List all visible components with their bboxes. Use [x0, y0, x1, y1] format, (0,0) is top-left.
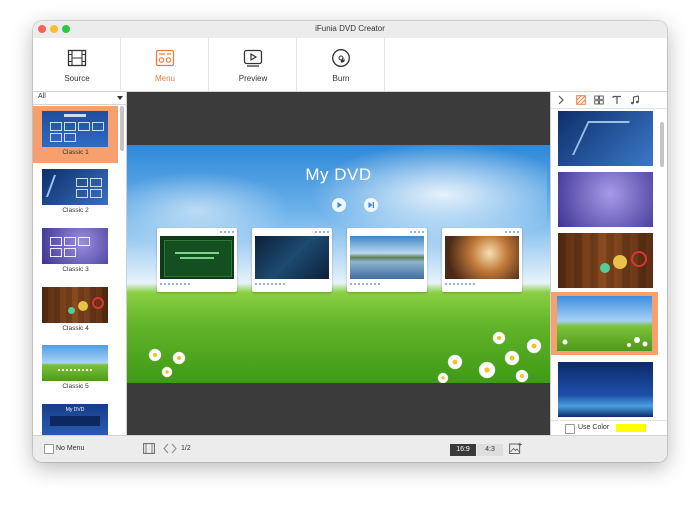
menu-canvas: My DVD — [127, 92, 550, 435]
toolbar-menu-button[interactable]: Menu — [121, 38, 209, 91]
menu-next-button[interactable] — [364, 198, 378, 212]
theme-item-label: Classic 3 — [62, 266, 89, 273]
card-decoration — [505, 231, 519, 235]
card-decoration — [410, 231, 424, 235]
theme-item[interactable]: Classic 2 — [33, 164, 118, 221]
skip-next-icon — [368, 202, 374, 208]
theme-item-label: Classic 5 — [62, 383, 89, 390]
theme-list-scrollbar[interactable] — [120, 106, 124, 151]
theme-thumbnail-classic-4 — [42, 287, 108, 323]
background-thumbnail[interactable] — [558, 233, 653, 288]
text-icon[interactable] — [612, 95, 622, 105]
background-thumbnail[interactable] — [558, 111, 653, 166]
background-list-scrollbar[interactable] — [660, 122, 664, 167]
previous-page-icon[interactable] — [163, 443, 169, 454]
toolbar-preview-label: Preview — [238, 74, 268, 83]
toolbar-menu-label: Menu — [154, 74, 175, 83]
menu-play-button[interactable] — [332, 198, 346, 212]
background-panel: Use Color — [550, 92, 667, 435]
use-color-row: Use Color — [551, 420, 667, 435]
background-thumbnail[interactable] — [558, 362, 653, 417]
theme-thumbnail-classic-1 — [42, 111, 108, 147]
daisy-decoration — [148, 331, 542, 383]
theme-item[interactable]: My DVD — [33, 399, 118, 435]
theme-item[interactable]: Classic 1 — [33, 106, 118, 163]
card-decoration — [350, 283, 380, 288]
disc-burn-icon — [332, 49, 350, 67]
layout-icon[interactable] — [594, 95, 604, 105]
page-indicator: 1/2 — [181, 445, 191, 452]
film-icon — [67, 49, 87, 67]
aspect-4-3-button[interactable]: 4:3 — [477, 444, 503, 456]
card-decoration — [160, 283, 190, 288]
use-color-label: Use Color — [578, 424, 610, 431]
theme-thumbnail-title: My DVD — [65, 407, 85, 413]
chapter-thumbnail[interactable] — [157, 228, 237, 292]
theme-item[interactable]: Classic 4 — [33, 282, 118, 339]
toolbar-burn-label: Burn — [332, 74, 350, 83]
chapter-thumbnail[interactable] — [347, 228, 427, 292]
play-preview-icon — [243, 49, 263, 67]
toolbar-burn-button[interactable]: Burn — [297, 38, 385, 91]
background-thumbnail[interactable] — [558, 172, 653, 227]
no-menu-checkbox[interactable] — [44, 444, 54, 454]
toolbar-source-label: Source — [64, 74, 90, 83]
aspect-16-9-button[interactable]: 16:9 — [450, 444, 476, 456]
toolbar-preview-button[interactable]: Preview — [209, 38, 297, 91]
toolbar-source-button[interactable]: Source — [33, 38, 121, 91]
background-thumbnail[interactable] — [557, 296, 652, 351]
theme-item-label: Classic 2 — [62, 207, 89, 214]
status-bar: No Menu 1/2 16:9 4:3 — [33, 435, 667, 462]
next-page-icon[interactable] — [171, 443, 177, 454]
theme-thumbnail-classic-3 — [42, 228, 108, 264]
theme-item[interactable]: Classic 5 — [33, 340, 118, 397]
chapter-thumbnail[interactable] — [442, 228, 522, 292]
theme-thumbnail-classic-5 — [42, 345, 108, 381]
menu-template-icon — [155, 49, 175, 67]
card-decoration — [220, 231, 234, 235]
theme-item-label: Classic 1 — [62, 149, 89, 156]
panel-tools — [551, 92, 667, 109]
card-decoration — [255, 283, 285, 288]
chevron-down-icon — [117, 96, 123, 100]
theme-filter-value: All — [38, 93, 46, 100]
theme-thumbnail-classic-2 — [42, 169, 108, 205]
theme-filter-dropdown[interactable]: All — [33, 92, 126, 105]
chapter-thumbnail[interactable] — [252, 228, 332, 292]
background-image-icon[interactable] — [576, 95, 586, 105]
chapter-thumbnail-image — [350, 236, 424, 279]
use-color-checkbox[interactable] — [565, 424, 575, 434]
chevron-right-icon[interactable] — [556, 95, 566, 105]
chapter-thumbnail-image — [160, 236, 234, 279]
window-title: iFunia DVD Creator — [315, 24, 385, 33]
title-bar: iFunia DVD Creator — [33, 21, 667, 38]
main-toolbar: Source Menu Preview Burn — [33, 38, 667, 92]
theme-item-label: Classic 4 — [62, 325, 89, 332]
no-menu-label: No Menu — [56, 445, 85, 452]
music-icon[interactable] — [630, 95, 640, 105]
chapter-thumbnail-image — [445, 236, 519, 279]
add-image-icon[interactable] — [509, 442, 522, 455]
play-icon — [337, 202, 342, 208]
theme-list-panel: All Classic 1 Classic 2 Classic 3 Classi… — [33, 92, 127, 435]
chapters-film-icon[interactable] — [143, 443, 155, 454]
color-swatch[interactable] — [616, 424, 646, 432]
dvd-title-text[interactable]: My DVD — [127, 165, 550, 185]
daisy-decoration — [562, 337, 648, 347]
app-window: iFunia DVD Creator Source Menu Preview B… — [33, 21, 667, 462]
card-decoration — [445, 283, 475, 288]
theme-item[interactable]: Classic 3 — [33, 223, 118, 280]
card-decoration — [315, 231, 329, 235]
menu-preview[interactable]: My DVD — [127, 145, 550, 383]
chapter-thumbnail-image — [255, 236, 329, 279]
theme-thumbnail-my-dvd: My DVD — [42, 404, 108, 435]
